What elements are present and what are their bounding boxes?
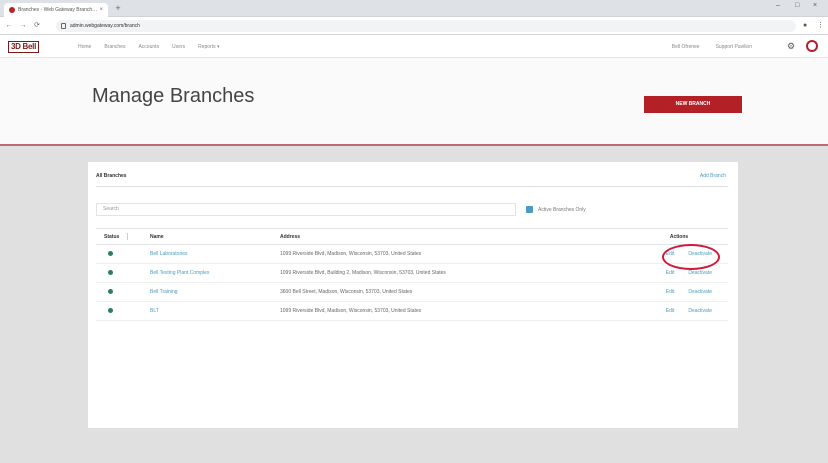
minimize-icon[interactable]: – — [776, 2, 780, 9]
branch-name-link[interactable]: Bell Training — [142, 282, 272, 302]
column-header-actions: Actions — [622, 228, 728, 245]
deactivate-link[interactable]: Deactivate — [688, 308, 712, 314]
nav-accounts[interactable]: Accounts — [138, 44, 159, 50]
edit-link[interactable]: Edit — [666, 289, 675, 295]
column-header-address[interactable]: Address — [272, 228, 622, 245]
back-icon[interactable]: ← — [4, 20, 14, 32]
branch-name-link[interactable]: BLT — [142, 301, 272, 321]
new-tab-button[interactable]: + — [112, 3, 124, 15]
app-navbar: 3D Bell Home Branches Accounts Users Rep… — [0, 36, 828, 58]
branches-card: All Branches Add Branch Search Active Br… — [88, 162, 738, 428]
nav-users[interactable]: Users — [172, 44, 185, 50]
url-text: admin.webgateway.com/branch — [70, 23, 140, 29]
address-bar-row: ← → ⟳ admin.webgateway.com/branch ● ⋮ — [0, 17, 828, 35]
edit-link[interactable]: Edit — [666, 308, 675, 314]
table-row: Bell Testing Plant Complex 1099 Riversid… — [96, 263, 728, 283]
nav-reports[interactable]: Reports ▾ — [198, 44, 219, 50]
forward-icon[interactable]: → — [18, 20, 28, 32]
actions-cell: Edit Deactivate — [622, 301, 728, 321]
card-title: All Branches — [96, 173, 127, 179]
tab-title: Branches · Web Gateway Branch… — [18, 7, 98, 13]
app-logo[interactable]: 3D Bell — [8, 41, 40, 53]
branch-name-link[interactable]: Bell Laboratories — [142, 244, 272, 264]
new-branch-button[interactable]: NEW BRANCH — [644, 96, 742, 113]
active-only-label: Active Branches Only — [538, 207, 586, 213]
reload-icon[interactable]: ⟳ — [32, 20, 42, 32]
close-tab-icon[interactable]: × — [99, 3, 103, 17]
secondary-nav: Bell Ofrenee Support Pavilion — [672, 36, 752, 58]
nav-branches[interactable]: Branches — [104, 44, 125, 50]
browser-menu-icon[interactable]: ⋮ — [817, 20, 824, 32]
url-field[interactable]: admin.webgateway.com/branch — [56, 20, 796, 32]
active-status-icon — [108, 307, 113, 313]
page-title: Manage Branches — [92, 85, 255, 107]
maximize-icon[interactable]: □ — [795, 2, 799, 9]
status-cell — [96, 244, 142, 264]
table-header-row: Status Name Address Actions — [96, 228, 728, 245]
nav-home[interactable]: Home — [78, 44, 91, 50]
column-header-name[interactable]: Name — [142, 228, 272, 245]
highlight-circle — [662, 244, 720, 270]
active-status-icon — [108, 269, 113, 275]
close-window-icon[interactable]: × — [813, 2, 817, 9]
actions-cell: Edit Deactivate — [622, 282, 728, 302]
browser-tab-bar: Branches · Web Gateway Branch… × + – □ × — [0, 0, 828, 17]
browser-tab[interactable]: Branches · Web Gateway Branch… × — [4, 3, 108, 17]
column-header-status[interactable]: Status — [96, 228, 142, 245]
status-cell — [96, 282, 142, 302]
deactivate-link[interactable]: Deactivate — [688, 270, 712, 276]
active-only-checkbox[interactable] — [526, 206, 533, 213]
favicon-icon — [9, 7, 15, 13]
table-row: Bell Laboratories 1099 Riverside Blvd, M… — [96, 244, 728, 264]
nav-user-name[interactable]: Bell Ofrenee — [672, 44, 700, 50]
status-cell — [96, 301, 142, 321]
add-branch-link[interactable]: Add Branch — [700, 173, 726, 179]
branch-address: 3600 Bell Street, Madison, Wisconsin, 53… — [272, 282, 622, 302]
user-avatar-icon[interactable] — [806, 40, 818, 52]
page-header: Manage Branches NEW BRANCH — [0, 58, 828, 146]
deactivate-link[interactable]: Deactivate — [688, 289, 712, 295]
primary-nav: Home Branches Accounts Users Reports ▾ — [78, 36, 220, 58]
gear-icon[interactable]: ⚙ — [787, 41, 795, 52]
branches-table: Status Name Address Actions Bell Laborat… — [96, 228, 728, 321]
branch-address: 1099 Riverside Blvd, Building 2, Madison… — [272, 263, 622, 283]
edit-link[interactable]: Edit — [666, 270, 675, 276]
active-status-icon — [108, 250, 113, 256]
search-input[interactable]: Search — [96, 203, 516, 216]
active-status-icon — [108, 288, 113, 294]
branch-address: 1099 Riverside Blvd, Madison, Wisconsin,… — [272, 301, 622, 321]
nav-support[interactable]: Support Pavilion — [716, 44, 752, 50]
divider — [96, 186, 728, 187]
branch-address: 1099 Riverside Blvd, Madison, Wisconsin,… — [272, 244, 622, 264]
lock-icon — [61, 23, 66, 29]
table-row: Bell Training 3600 Bell Street, Madison,… — [96, 282, 728, 302]
table-row: BLT 1099 Riverside Blvd, Madison, Wiscon… — [96, 301, 728, 321]
branch-name-link[interactable]: Bell Testing Plant Complex — [142, 263, 272, 283]
status-cell — [96, 263, 142, 283]
extension-icon[interactable]: ● — [803, 20, 807, 32]
